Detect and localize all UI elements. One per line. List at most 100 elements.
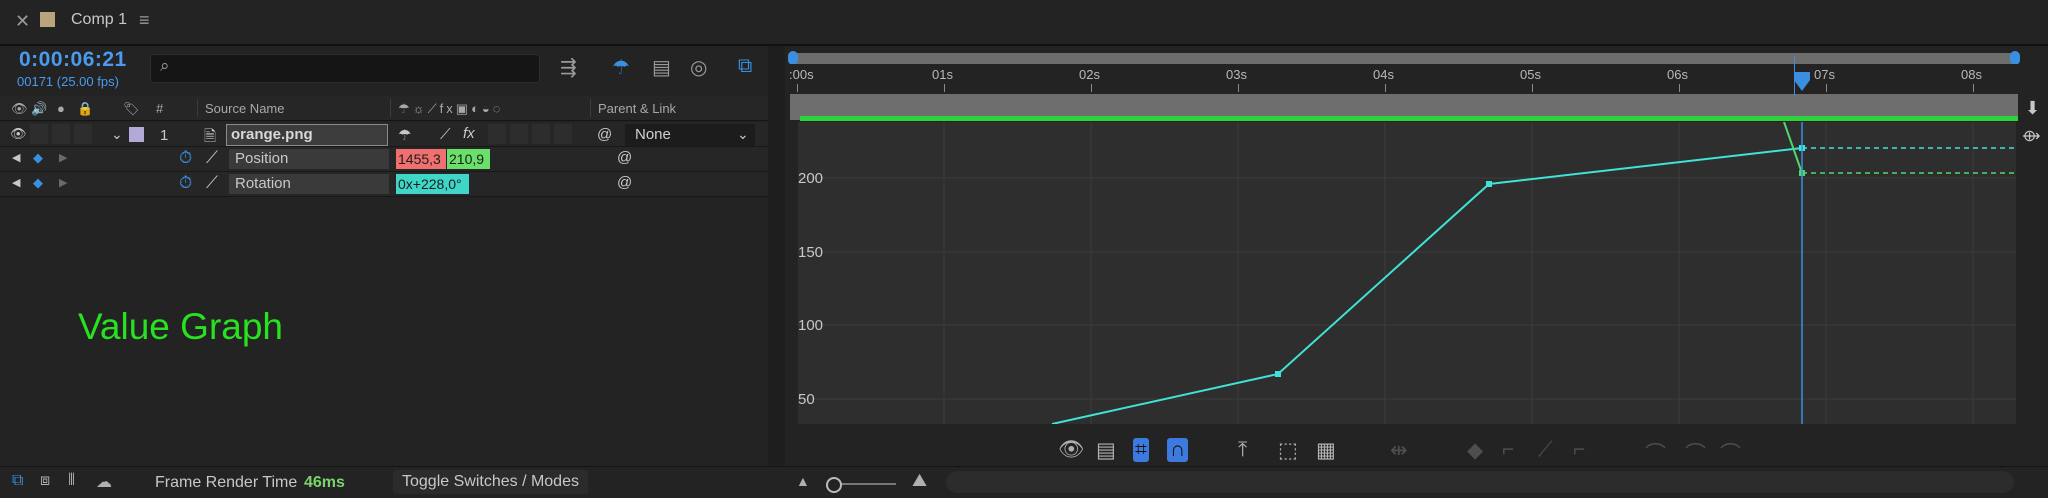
linear-keyframe-icon[interactable]: ⟋ (1538, 438, 1553, 462)
graph-y-label: 50 (798, 391, 815, 408)
ruler-tick (1385, 84, 1386, 92)
horizontal-scrollbar[interactable] (946, 471, 2014, 493)
time-ruler-label: 05s (1520, 67, 1541, 82)
column-source-name[interactable]: Source Name (205, 101, 284, 116)
frame-blending-icon[interactable]: ▤ (652, 55, 671, 80)
prev-keyframe-icon[interactable]: ◀ (12, 151, 20, 164)
value-graph[interactable] (798, 122, 2016, 424)
solo-toggle[interactable] (52, 124, 70, 144)
eye-icon[interactable]: 👁 (1058, 438, 1085, 462)
zoom-slider-handle[interactable] (826, 477, 842, 493)
fit-to-view-icon[interactable]: ⤒ (1238, 438, 1247, 462)
easy-ease-in-icon[interactable]: ⌒ (1685, 438, 1706, 468)
shy-layers-icon[interactable]: ☂ (612, 55, 630, 80)
keyframe-diamond-icon[interactable]: ◆ (33, 175, 43, 191)
composition-flowchart-icon[interactable]: ⇶ (560, 55, 577, 80)
stopwatch-icon[interactable]: ⏱ (179, 173, 192, 193)
pick-whip-icon[interactable]: @ (597, 126, 612, 143)
graph-toggle-icon[interactable]: ⟋ (206, 173, 218, 193)
snapshot-icon[interactable]: ⬇ (2025, 98, 2040, 119)
easy-ease-out-icon[interactable]: ⌒ (1720, 438, 1741, 468)
pick-whip-icon[interactable]: @ (617, 174, 632, 191)
pick-whip-icon[interactable]: @ (617, 149, 632, 166)
prev-keyframe-icon[interactable]: ◀ (12, 176, 20, 189)
video-eye-icon[interactable]: 👁 (11, 101, 28, 117)
time-ruler-label: 04s (1373, 67, 1394, 82)
search-icon: ⌕ (160, 56, 170, 75)
layer-label-color[interactable] (129, 127, 144, 142)
current-time-display[interactable]: 0:00:06:21 (19, 48, 127, 72)
ruler-tick (1679, 84, 1680, 92)
edit-keyframe-icon[interactable]: ◆ (1467, 438, 1483, 463)
keyframe-handle[interactable] (1275, 371, 1281, 377)
audio-toggle[interactable] (30, 124, 48, 144)
transform-box-icon[interactable]: ⌗ (1133, 438, 1149, 462)
close-icon[interactable]: ✕ (15, 11, 30, 32)
quality-switch-icon[interactable]: ⟋ (440, 126, 451, 143)
zoom-out-icon[interactable]: ▲ (796, 473, 810, 489)
graph-editor-toolbar (785, 424, 2048, 466)
search-input[interactable] (150, 54, 540, 83)
fit-all-icon[interactable]: ▦ (1316, 438, 1336, 463)
hold-keyframe-icon[interactable]: ⌐ (1502, 438, 1514, 462)
adjustment-switch[interactable] (532, 124, 550, 144)
rotation-value[interactable]: 0x+228,0° (396, 174, 469, 194)
property-name-rotation: Rotation (229, 174, 389, 194)
chevron-down-icon[interactable]: ⌄ (111, 126, 123, 143)
keyframe-diamond-icon[interactable]: ◆ (33, 150, 43, 166)
zoom-in-icon[interactable]: ⛰ (912, 470, 927, 491)
composition-color-swatch (40, 12, 55, 27)
comp-tab-title[interactable]: Comp 1 (71, 11, 127, 29)
brainstorm-icon[interactable]: ☁ (96, 472, 112, 492)
ruler-tick (1826, 84, 1827, 92)
position-x-value[interactable]: 1455,3 (396, 149, 446, 169)
effects-switch-icon[interactable]: fx (463, 125, 475, 142)
layer-name-field[interactable]: orange.png (226, 124, 388, 146)
auto-bezier-icon[interactable]: ⌐ (1573, 438, 1585, 462)
video-eye-icon[interactable]: 👁 (10, 126, 27, 142)
playhead-icon[interactable] (1793, 72, 1811, 92)
navigator-start-handle[interactable] (788, 51, 798, 65)
fit-selection-icon[interactable]: ⬚ (1278, 438, 1298, 463)
graph-toggle-icon[interactable]: ⟋ (206, 148, 218, 168)
navigator-end-handle[interactable] (2010, 51, 2020, 65)
next-keyframe-icon[interactable]: ▶ (59, 151, 67, 164)
separate-dimensions-icon[interactable]: ⇹ (1390, 438, 1408, 463)
graph-type-menu-icon[interactable]: ▤ (1096, 438, 1116, 463)
graph-background (798, 122, 2016, 424)
next-keyframe-icon[interactable]: ▶ (59, 176, 67, 189)
toggle-switches-modes-button[interactable]: Toggle Switches / Modes (393, 470, 588, 494)
graph-editor-icon[interactable]: ⧉ (738, 55, 752, 78)
shy-switch-icon[interactable]: ☂ (398, 126, 411, 144)
stopwatch-icon[interactable]: ⏱ (179, 148, 192, 168)
parent-dropdown[interactable]: None (625, 124, 755, 146)
value-graph-annotation: Value Graph (78, 306, 283, 347)
audio-icon[interactable]: 🔊 (31, 101, 47, 117)
divider (197, 99, 198, 117)
time-navigator[interactable] (790, 53, 2018, 64)
motion-blur-icon[interactable]: ◎ (690, 55, 707, 80)
panel-menu-icon[interactable]: ≡ (139, 10, 150, 31)
layer-switches-icons: ☂☼⟋fx▣◐◒◌ (398, 101, 504, 116)
3d-switch[interactable] (554, 124, 572, 144)
snapping-magnet-icon[interactable]: ∩ (1167, 438, 1189, 462)
render-icon[interactable]: ⧈ (40, 472, 50, 490)
expand-icon[interactable]: ⦀ (68, 472, 75, 490)
layer-duration-bar[interactable] (800, 116, 2018, 121)
chevron-down-icon[interactable]: ⌄ (737, 126, 749, 143)
solo-icon[interactable]: ● (57, 101, 65, 116)
graph-type-icon[interactable]: ⟴ (2022, 126, 2041, 146)
position-y-value[interactable]: 210,9 (447, 149, 490, 169)
column-parent-link[interactable]: Parent & Link (598, 101, 676, 116)
keyframe-handle[interactable] (1486, 181, 1492, 187)
graph-y-label: 100 (798, 317, 824, 334)
property-name-position: Position (229, 149, 389, 169)
frame-rate-display: 00171 (25.00 fps) (17, 74, 119, 89)
label-tag-icon[interactable]: 🏷 (123, 101, 140, 117)
easy-ease-icon[interactable]: ⌒ (1645, 438, 1666, 468)
motion-blur-switch[interactable] (510, 124, 528, 144)
lock-toggle[interactable] (74, 124, 92, 144)
frame-blend-switch[interactable] (488, 124, 506, 144)
lock-icon[interactable]: 🔒 (77, 101, 93, 117)
comp-flowchart-icon[interactable]: ⧉ (12, 472, 23, 490)
